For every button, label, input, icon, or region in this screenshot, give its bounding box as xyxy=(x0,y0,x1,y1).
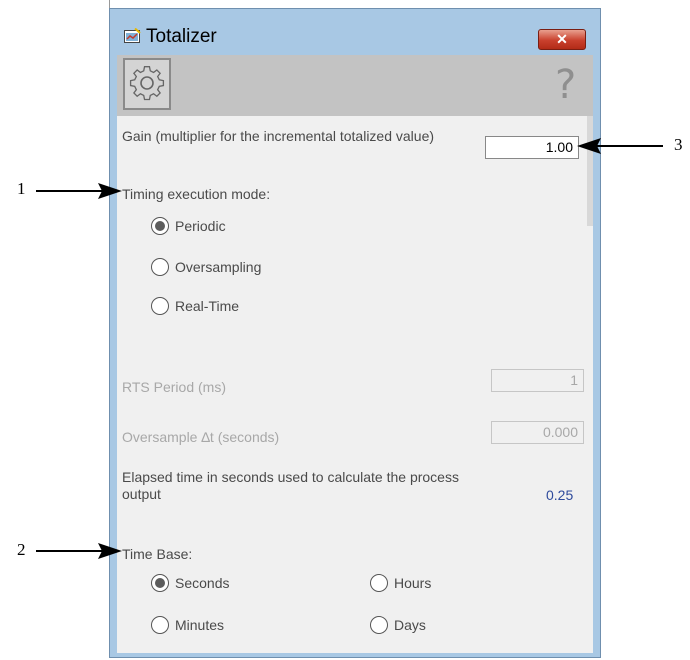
radio-label: Periodic xyxy=(175,218,226,234)
radio-label: Real-Time xyxy=(175,298,240,314)
radio-days[interactable]: Days xyxy=(370,616,426,634)
rts-period-label: RTS Period (ms) xyxy=(122,379,226,395)
question-mark-icon[interactable]: ? xyxy=(555,63,576,107)
close-icon: ✕ xyxy=(556,31,568,47)
rts-period-input[interactable]: 1 xyxy=(491,369,584,392)
toolbar: ? xyxy=(117,55,593,116)
callout-3: 3 xyxy=(674,135,683,154)
totalizer-window: Totalizer ✕ ? Gain (multiplier for the i… xyxy=(109,8,601,658)
elapsed-time-label: Elapsed time in seconds used to calculat… xyxy=(122,469,459,502)
close-button[interactable]: ✕ xyxy=(538,29,586,50)
radio-hours[interactable]: Hours xyxy=(370,574,431,592)
radio-circle xyxy=(151,297,169,315)
radio-real-time[interactable]: Real-Time xyxy=(151,297,239,315)
radio-seconds[interactable]: Seconds xyxy=(151,574,229,592)
gain-label: Gain (multiplier for the incremental tot… xyxy=(122,128,435,144)
radio-oversampling[interactable]: Oversampling xyxy=(151,258,261,276)
radio-label: Oversampling xyxy=(175,259,262,275)
radio-label: Days xyxy=(394,617,426,633)
radio-circle xyxy=(370,616,388,634)
callout-3-arrow xyxy=(577,138,663,154)
radio-circle xyxy=(151,258,169,276)
title-bar[interactable]: Totalizer ✕ xyxy=(110,9,600,53)
callout-2: 2 xyxy=(17,540,26,559)
radio-circle xyxy=(151,616,169,634)
window-edge-line xyxy=(109,0,110,8)
totalizer-app-icon xyxy=(124,28,141,43)
gain-input[interactable]: 1.00 xyxy=(485,136,579,159)
scrollbar[interactable] xyxy=(587,116,593,226)
elapsed-time-value: 0.25 xyxy=(546,487,574,503)
timing-mode-label: Timing execution mode: xyxy=(122,186,271,202)
oversample-input[interactable]: 0.000 xyxy=(491,421,584,444)
radio-circle xyxy=(151,574,169,592)
radio-periodic[interactable]: Periodic xyxy=(151,217,226,235)
callout-2-arrow xyxy=(36,543,122,559)
radio-label: Hours xyxy=(394,575,432,591)
callout-1-arrow xyxy=(36,183,122,199)
settings-button[interactable] xyxy=(123,58,171,110)
callout-1: 1 xyxy=(17,179,26,198)
radio-label: Minutes xyxy=(175,617,225,633)
radio-minutes[interactable]: Minutes xyxy=(151,616,224,634)
radio-circle xyxy=(370,574,388,592)
oversample-label: Oversample ∆t (seconds) xyxy=(122,429,280,445)
gear-icon xyxy=(129,66,165,101)
dialog-body: ? Gain (multiplier for the incremental t… xyxy=(117,55,593,653)
window-title: Totalizer xyxy=(146,26,217,47)
radio-circle xyxy=(151,217,169,235)
time-base-label: Time Base: xyxy=(122,546,193,562)
radio-label: Seconds xyxy=(175,575,230,591)
